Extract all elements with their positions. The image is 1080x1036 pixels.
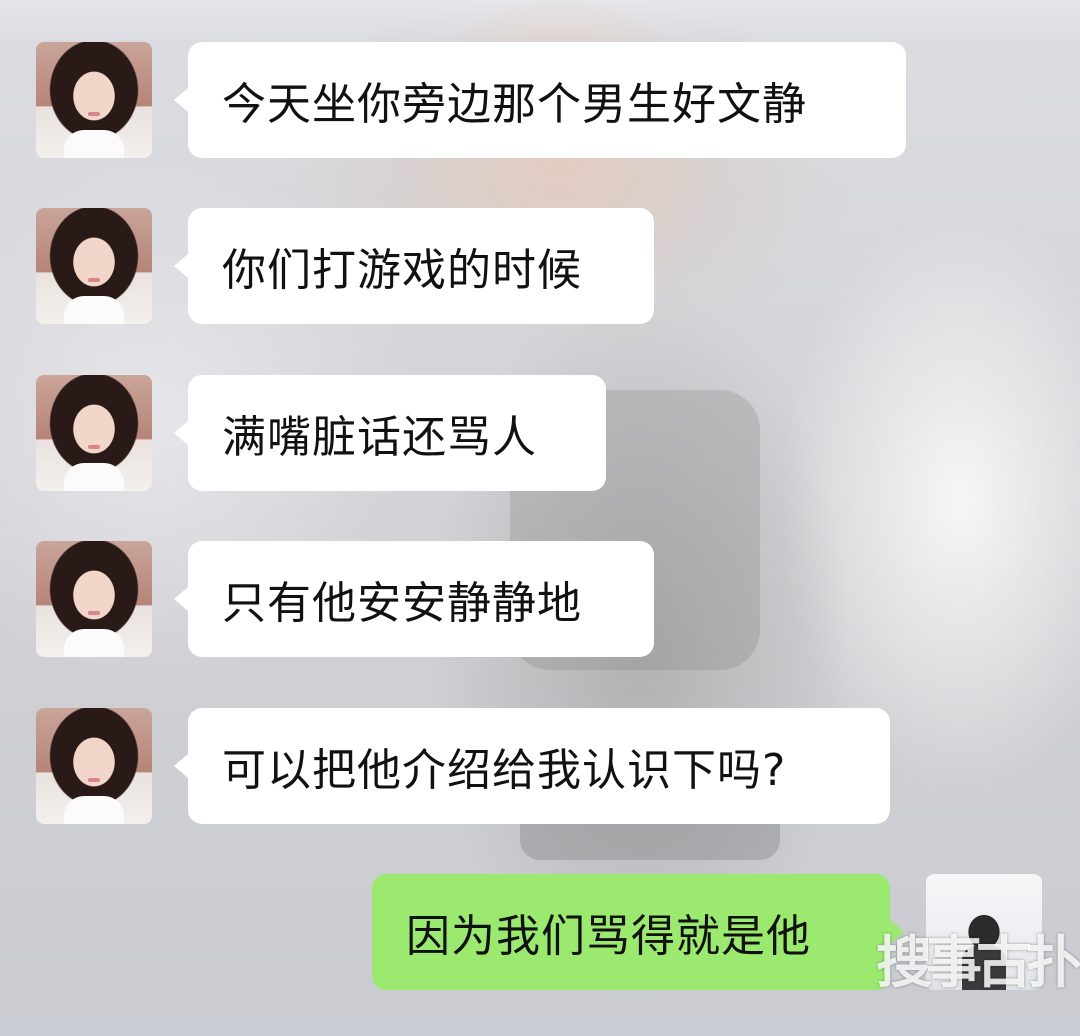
avatar-detail [64, 130, 124, 158]
avatar-detail [88, 278, 100, 282]
avatar-detail [64, 296, 124, 324]
incoming-message-bubble[interactable]: 今天坐你旁边那个男生好文静 [174, 42, 906, 158]
contact-avatar[interactable] [36, 42, 152, 158]
avatar-detail [88, 611, 100, 615]
message-text: 因为我们骂得就是他 [406, 911, 811, 962]
message-text: 只有他安安静静地 [222, 578, 582, 629]
incoming-message-bubble[interactable]: 满嘴脏话还骂人 [174, 375, 606, 491]
avatar-detail [64, 463, 124, 491]
avatar-detail [88, 112, 100, 116]
contact-avatar[interactable] [36, 541, 152, 657]
contact-avatar[interactable] [36, 375, 152, 491]
message-text: 满嘴脏话还骂人 [222, 412, 537, 463]
contact-avatar[interactable] [36, 708, 152, 824]
avatar-detail [64, 629, 124, 657]
watermark-logo: 搜事古扑 [876, 930, 1080, 996]
message-text: 可以把他介绍给我认识下吗? [222, 745, 787, 796]
incoming-message-bubble[interactable]: 可以把他介绍给我认识下吗? [174, 708, 890, 824]
message-text: 你们打游戏的时候 [222, 245, 582, 296]
incoming-message-bubble[interactable]: 你们打游戏的时候 [174, 208, 654, 324]
message-text: 今天坐你旁边那个男生好文静 [222, 79, 807, 130]
incoming-message-bubble[interactable]: 只有他安安静静地 [174, 541, 654, 657]
avatar-detail [88, 778, 100, 782]
contact-avatar[interactable] [36, 208, 152, 324]
avatar-detail [64, 796, 124, 824]
avatar-detail [88, 445, 100, 449]
outgoing-message-bubble[interactable]: 因为我们骂得就是他 [372, 874, 904, 990]
